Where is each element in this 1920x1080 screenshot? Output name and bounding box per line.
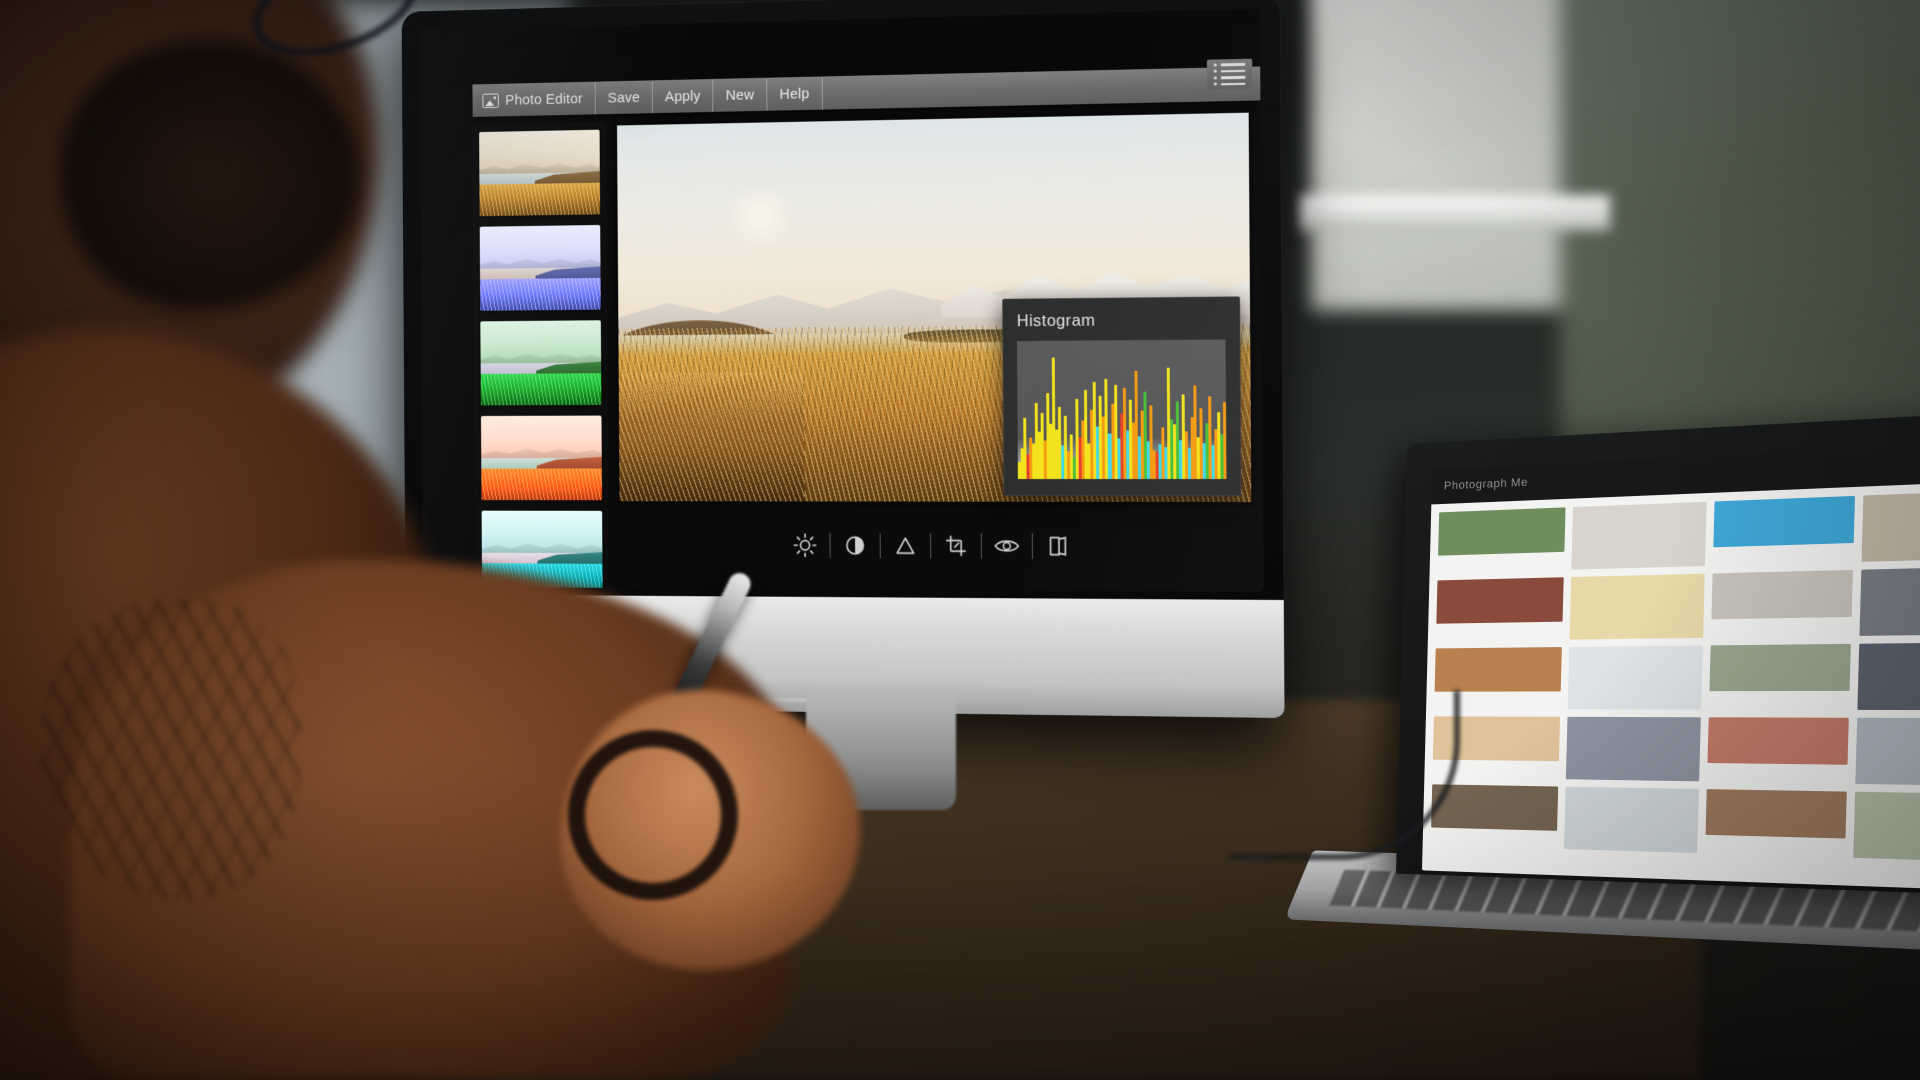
thumbnail-item[interactable] <box>479 129 601 217</box>
laptop-grid-photo[interactable] <box>1565 716 1701 782</box>
laptop-grid-photo[interactable] <box>1563 786 1699 854</box>
menu-photo-editor-label: Photo Editor <box>505 90 583 109</box>
histogram-plot <box>1016 339 1227 480</box>
laptop-grid-photo[interactable] <box>1704 789 1848 839</box>
contrast-icon[interactable] <box>830 524 879 567</box>
menu-bar: Photo Editor Save Apply New Help <box>472 66 1261 117</box>
menu-new[interactable]: New <box>713 78 768 112</box>
laptop-app-title: Photograph Me <box>1443 476 1529 493</box>
laptop-grid-photo[interactable] <box>1431 784 1558 831</box>
photo-editor-app: Photo Editor Save Apply New Help Histogr… <box>419 8 1264 592</box>
histogram-title: Histogram <box>1016 310 1096 331</box>
menu-new-label: New <box>725 86 755 104</box>
thumbnail-preview <box>480 415 603 501</box>
photo-grass-left <box>617 372 805 502</box>
menu-help-label: Help <box>779 85 810 103</box>
menu-help[interactable]: Help <box>767 77 823 111</box>
laptop-screen: Photograph Me <box>1421 440 1920 892</box>
laptop-grid-photo[interactable] <box>1853 791 1920 863</box>
photo-editor-desk-scene: Photo Editor Save Apply New Help Histogr… <box>0 0 1920 1080</box>
thumbnail-item[interactable] <box>480 415 603 501</box>
histogram-panel[interactable]: Histogram <box>1002 296 1242 496</box>
list-menu-row <box>1213 69 1246 73</box>
image-frame-icon <box>482 93 499 109</box>
laptop-grid-photo[interactable] <box>1710 569 1854 620</box>
thumbnail-strip[interactable] <box>472 121 610 592</box>
laptop-grid-photo[interactable] <box>1569 573 1705 640</box>
sharpen-icon[interactable] <box>880 524 930 567</box>
menu-bar-spacer <box>822 67 1260 109</box>
list-menu-icon[interactable] <box>1206 58 1253 90</box>
layers-icon[interactable] <box>1032 524 1083 568</box>
imac-screen: Photo Editor Save Apply New Help Histogr… <box>419 8 1264 592</box>
laptop-lid: Photograph Me <box>1395 409 1920 897</box>
list-menu-row <box>1213 75 1246 80</box>
thumbnail-preview <box>479 224 601 311</box>
menu-photo-editor[interactable]: Photo Editor <box>472 82 596 117</box>
list-menu-row <box>1213 62 1246 67</box>
menu-apply-label: Apply <box>664 87 701 106</box>
laptop-photo-grid[interactable] <box>1421 479 1920 892</box>
menu-save[interactable]: Save <box>595 81 653 115</box>
thumbnail-preview <box>479 129 601 217</box>
laptop-grid-photo[interactable] <box>1706 717 1850 765</box>
preview-eye-icon[interactable] <box>981 524 1031 568</box>
laptop-grid-photo[interactable] <box>1712 495 1856 548</box>
laptop-grid-photo[interactable] <box>1859 565 1920 636</box>
laptop-grid-photo[interactable] <box>1438 507 1566 556</box>
menu-save-label: Save <box>607 89 640 107</box>
laptop-grid-photo[interactable] <box>1861 489 1920 562</box>
list-menu-row <box>1213 82 1246 86</box>
thumbnail-item[interactable] <box>479 224 601 311</box>
laptop-grid-photo[interactable] <box>1571 501 1707 570</box>
laptop-grid-photo[interactable] <box>1436 577 1564 624</box>
laptop-grid-photo[interactable] <box>1855 717 1920 787</box>
laptop-grid-photo[interactable] <box>1567 645 1703 710</box>
edit-toolbar[interactable] <box>615 508 1256 584</box>
photo-canvas[interactable]: Histogram <box>613 108 1256 506</box>
brightness-icon[interactable] <box>780 524 829 567</box>
thumbnail-preview <box>480 320 602 406</box>
shelf-upper <box>1300 195 1610 231</box>
laptop-grid-photo[interactable] <box>1708 643 1852 692</box>
menu-apply[interactable]: Apply <box>652 79 714 114</box>
laptop-grid-photo[interactable] <box>1857 642 1920 711</box>
histogram-bar <box>1223 402 1227 480</box>
laptop-grid-photo[interactable] <box>1434 647 1562 692</box>
thumbnail-item[interactable] <box>480 320 602 406</box>
crop-icon[interactable] <box>930 524 980 567</box>
